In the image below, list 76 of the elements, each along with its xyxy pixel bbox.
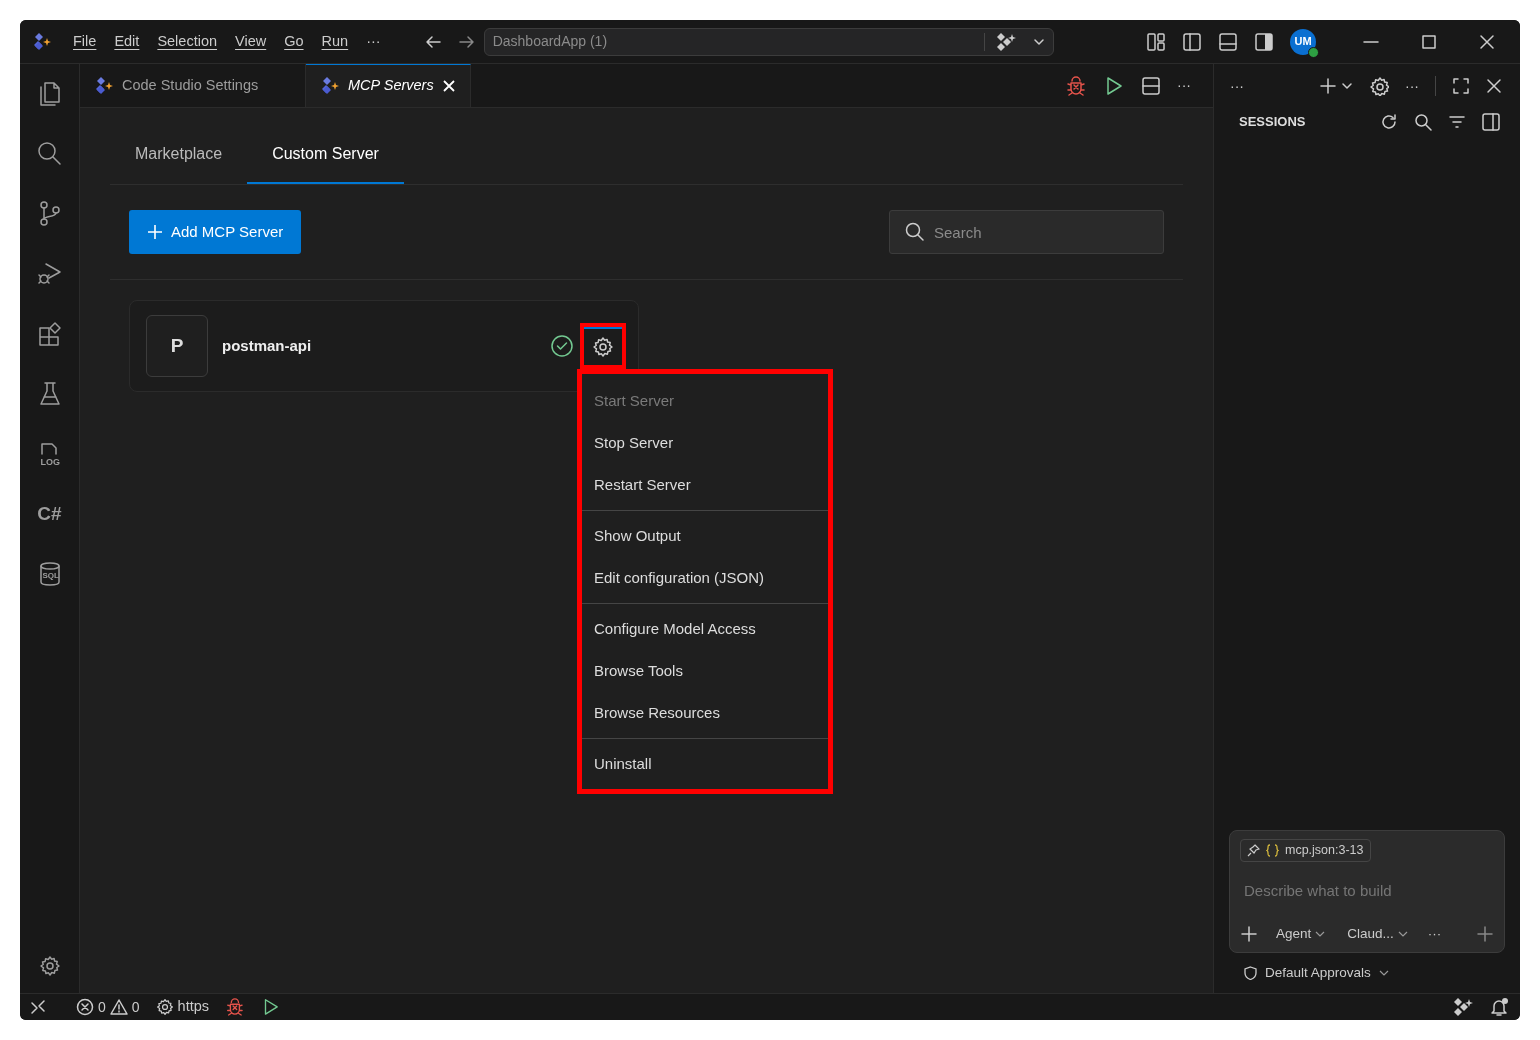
approvals-dropdown[interactable]: Default Approvals (1244, 962, 1389, 983)
search-icon[interactable] (35, 140, 64, 168)
online-dot (1308, 46, 1319, 58)
plus-icon[interactable] (1319, 77, 1337, 95)
menu-item[interactable]: Show Output (582, 515, 828, 557)
menu-item[interactable]: Restart Server (582, 464, 828, 506)
editor-tab[interactable]: MCP Servers (306, 64, 471, 107)
warning-icon (109, 998, 128, 1016)
close-icon[interactable] (1486, 78, 1502, 94)
shield-icon (1244, 965, 1257, 980)
logo-icon (320, 76, 340, 96)
menu-item[interactable]: Browse Tools (582, 650, 828, 692)
warning-count: 0 (131, 997, 140, 1017)
mode-dropdown[interactable]: Agent (1276, 923, 1326, 944)
logo-icon (94, 75, 114, 96)
secondary-sidebar-icon[interactable] (1254, 31, 1274, 52)
menu-item[interactable]: Stop Server (582, 422, 828, 464)
tab[interactable]: Custom Server (247, 128, 404, 184)
bug-icon[interactable] (225, 997, 246, 1017)
plus-icon[interactable] (1240, 924, 1258, 943)
sidebar-toggle-icon[interactable] (1482, 112, 1500, 131)
menu-item[interactable]: Uninstall (582, 743, 828, 785)
csharp-button[interactable]: C# (29, 494, 70, 534)
task-button[interactable]: https (155, 996, 210, 1018)
bell-icon[interactable] (1490, 997, 1510, 1017)
search-icon[interactable] (1414, 112, 1432, 131)
problems-button[interactable]: 0 0 (76, 996, 140, 1018)
menu-item[interactable]: View (226, 30, 276, 53)
menu-item[interactable]: Go (275, 30, 313, 53)
context-chip[interactable]: mcp.json:3-13 (1240, 839, 1371, 862)
menu-item[interactable]: Configure Model Access (582, 608, 828, 650)
chat-input[interactable]: Describe what to build (1242, 879, 1496, 904)
refresh-icon[interactable] (1380, 112, 1398, 131)
split-editor-icon[interactable] (1141, 75, 1161, 96)
logo-icon (32, 31, 52, 52)
panel-title: SESSIONS (1239, 113, 1306, 131)
avatar[interactable]: UM (1290, 28, 1316, 55)
panel-toggle-icon[interactable] (1218, 31, 1238, 52)
more-button[interactable]: ··· (1230, 75, 1244, 97)
server-name: postman-api (222, 335, 313, 356)
command-center-text: DashboardApp (1) (492, 32, 609, 51)
error-icon (76, 998, 94, 1016)
more-menu-button[interactable]: ··· (357, 30, 390, 53)
model-dropdown[interactable]: Claud... (1347, 923, 1408, 944)
chevron-down-icon[interactable] (1341, 80, 1353, 92)
braces-icon (1266, 844, 1279, 857)
tab[interactable]: Marketplace (110, 128, 248, 184)
plus-icon (147, 224, 163, 240)
maximize-icon[interactable] (1452, 77, 1470, 95)
server-initial: P (146, 315, 208, 377)
log-label: LOG (40, 458, 60, 467)
sparkle-icon[interactable] (1452, 996, 1474, 1018)
search-icon (905, 222, 925, 242)
settings-icon (592, 336, 614, 358)
layout-icon[interactable] (1146, 31, 1166, 52)
remote-icon[interactable] (30, 999, 46, 1015)
menu-item[interactable]: Selection (148, 30, 227, 53)
menu-item[interactable]: Edit (105, 30, 149, 53)
menu-item[interactable]: File (64, 30, 106, 53)
settings-icon[interactable] (38, 955, 61, 977)
sidebar-toggle-icon[interactable] (1182, 31, 1202, 52)
settings-icon (155, 998, 174, 1016)
menu-item[interactable]: Browse Resources (582, 692, 828, 734)
bug-icon[interactable] (1065, 74, 1087, 97)
search-field[interactable]: Search (889, 210, 1164, 254)
plus-icon[interactable] (1476, 924, 1494, 943)
more-button[interactable]: ··· (1405, 75, 1419, 97)
command-center[interactable]: DashboardApp (1) (483, 27, 1054, 56)
menu-item[interactable]: Run (312, 30, 358, 53)
add-server-button[interactable]: Add MCP Server (129, 210, 302, 254)
more-button[interactable]: ··· (1427, 923, 1442, 944)
more-button[interactable]: ··· (1177, 75, 1191, 96)
error-count: 0 (98, 997, 106, 1017)
menu-item[interactable]: Edit configuration (JSON) (582, 557, 828, 599)
pin-icon (1247, 844, 1260, 857)
settings-icon[interactable] (1369, 76, 1389, 96)
